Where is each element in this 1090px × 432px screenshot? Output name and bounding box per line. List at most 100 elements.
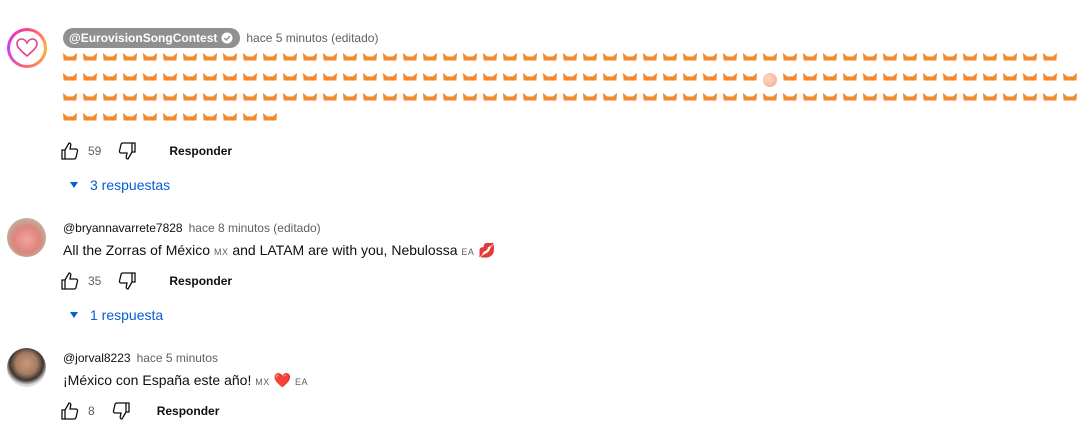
fox-icon xyxy=(403,73,417,87)
fox-icon xyxy=(1003,73,1017,87)
fox-icon xyxy=(203,113,217,127)
fox-icon xyxy=(603,53,617,67)
fox-icon xyxy=(923,53,937,67)
fox-icon xyxy=(583,53,597,67)
fox-icon xyxy=(363,53,377,67)
fox-icon xyxy=(983,73,997,87)
thumbs-up-icon xyxy=(61,402,79,420)
fox-icon xyxy=(243,113,257,127)
reply-button[interactable]: Responder xyxy=(157,404,220,418)
fox-icon xyxy=(1063,93,1077,107)
replies-count[interactable]: 1 respuesta xyxy=(90,307,163,323)
fox-icon xyxy=(523,53,537,67)
comment-header: @jorval8223 hace 5 minutos xyxy=(63,351,218,365)
fox-icon xyxy=(943,53,957,67)
like-button[interactable] xyxy=(58,139,82,163)
fox-icon xyxy=(883,53,897,67)
dislike-button[interactable] xyxy=(115,269,139,293)
fox-icon xyxy=(803,73,817,87)
comment-text: All the Zorras of México MX and LATAM ar… xyxy=(63,242,496,259)
fox-icon xyxy=(283,53,297,67)
thumbs-down-icon xyxy=(112,402,130,420)
fox-icon xyxy=(563,93,577,107)
fox-icon xyxy=(143,93,157,107)
fox-icon xyxy=(463,73,477,87)
fox-icon xyxy=(103,73,117,87)
view-replies-button[interactable]: 3 respuestas xyxy=(70,177,170,193)
thumbs-down-icon xyxy=(119,142,137,160)
fox-icon xyxy=(163,53,177,67)
author-name[interactable]: @bryannavarrete7828 xyxy=(63,221,183,235)
fox-icon xyxy=(823,53,837,67)
author-name[interactable]: @jorval8223 xyxy=(63,351,131,365)
fox-icon xyxy=(843,73,857,87)
fox-icon xyxy=(163,113,177,127)
fox-icon xyxy=(163,73,177,87)
fox-icon xyxy=(683,53,697,67)
fox-icon xyxy=(1043,73,1057,87)
comment-time[interactable]: hace 5 minutos xyxy=(137,351,218,365)
fox-icon xyxy=(603,73,617,87)
fox-icon xyxy=(743,73,757,87)
reply-button[interactable]: Responder xyxy=(169,144,232,158)
fox-icon xyxy=(463,53,477,67)
fox-icon xyxy=(903,93,917,107)
fox-icon xyxy=(263,73,277,87)
fox-icon xyxy=(783,53,797,67)
fox-icon xyxy=(443,73,457,87)
fox-icon xyxy=(263,53,277,67)
fox-icon xyxy=(263,113,277,127)
dislike-button[interactable] xyxy=(109,399,133,423)
like-button[interactable] xyxy=(58,269,82,293)
fox-icon xyxy=(123,73,137,87)
like-button[interactable] xyxy=(58,399,82,423)
fox-icon xyxy=(203,93,217,107)
comment-emoji-text xyxy=(63,50,1083,130)
fox-icon xyxy=(963,73,977,87)
fox-icon xyxy=(203,53,217,67)
comment-header: @EurovisionSongContest hace 5 minutos (e… xyxy=(63,28,378,48)
view-replies-button[interactable]: 1 respuesta xyxy=(70,307,163,323)
fox-icon xyxy=(903,53,917,67)
dislike-button[interactable] xyxy=(115,139,139,163)
fox-icon xyxy=(223,53,237,67)
like-count: 8 xyxy=(88,404,95,418)
fox-icon xyxy=(543,73,557,87)
fox-icon xyxy=(83,93,97,107)
fox-icon xyxy=(643,53,657,67)
fox-icon xyxy=(703,73,717,87)
caret-down-icon xyxy=(70,312,78,318)
thumbs-up-icon xyxy=(61,142,79,160)
fox-icon xyxy=(423,73,437,87)
author-name[interactable]: @EurovisionSongContest xyxy=(69,31,217,45)
fox-icon xyxy=(63,53,77,67)
fox-icon xyxy=(723,53,737,67)
verified-check-icon xyxy=(221,32,233,44)
fox-icon xyxy=(583,73,597,87)
fox-icon xyxy=(403,93,417,107)
fox-icon xyxy=(143,73,157,87)
avatar-jorval[interactable] xyxy=(7,348,46,387)
fox-icon xyxy=(583,93,597,107)
replies-count[interactable]: 3 respuestas xyxy=(90,177,170,193)
author-pill[interactable]: @EurovisionSongContest xyxy=(63,28,241,48)
fox-icon xyxy=(103,93,117,107)
fox-icon xyxy=(763,53,777,67)
fox-icon xyxy=(783,93,797,107)
fox-icon xyxy=(423,93,437,107)
fox-icon xyxy=(743,93,757,107)
fox-icon xyxy=(83,73,97,87)
avatar-bryannavarrete[interactable] xyxy=(7,218,46,257)
fox-icon xyxy=(823,93,837,107)
avatar-eurovision[interactable] xyxy=(7,28,47,68)
reply-button[interactable]: Responder xyxy=(169,274,232,288)
caret-down-icon xyxy=(70,182,78,188)
fox-icon xyxy=(603,93,617,107)
fox-icon xyxy=(863,73,877,87)
fox-icon xyxy=(483,73,497,87)
fox-icon xyxy=(723,93,737,107)
comment-time[interactable]: hace 5 minutos (editado) xyxy=(246,31,378,45)
thumbs-up-icon xyxy=(61,272,79,290)
fox-icon xyxy=(303,73,317,87)
comment-time[interactable]: hace 8 minutos (editado) xyxy=(189,221,321,235)
